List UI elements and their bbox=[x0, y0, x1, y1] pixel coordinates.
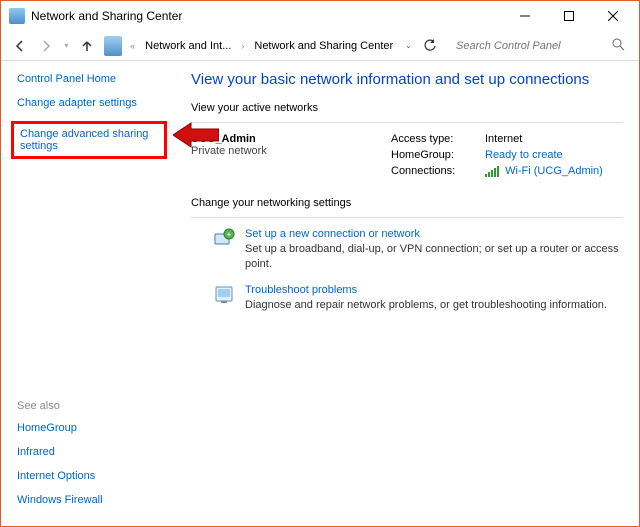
active-networks-heading: View your active networks bbox=[191, 102, 623, 116]
chevron-right-icon[interactable]: › bbox=[239, 41, 246, 51]
svg-text:+: + bbox=[227, 230, 232, 239]
connections-label: Connections: bbox=[391, 165, 481, 177]
setup-connection-body: Set up a new connection or network Set u… bbox=[245, 228, 623, 272]
wifi-signal-icon bbox=[485, 166, 499, 177]
see-also-section: See also HomeGroup Infrared Internet Opt… bbox=[17, 400, 181, 518]
network-identity: UCG_Admin Private network bbox=[191, 133, 391, 177]
annotation-arrow bbox=[173, 121, 219, 152]
breadcrumb-current[interactable]: Network and Sharing Center bbox=[250, 40, 397, 52]
breadcrumb-parent[interactable]: Network and Int... bbox=[141, 40, 235, 52]
change-advanced-sharing-highlight: Change advanced sharing settings bbox=[11, 121, 167, 159]
search-input[interactable] bbox=[452, 36, 602, 56]
change-adapter-link[interactable]: Change adapter settings bbox=[17, 97, 181, 109]
troubleshoot-desc: Diagnose and repair network problems, or… bbox=[245, 298, 623, 313]
setup-connection-icon: + bbox=[213, 228, 235, 250]
breadcrumb-dropdown[interactable]: ⌄ bbox=[401, 41, 412, 50]
connection-name[interactable]: Wi-Fi (UCG_Admin) bbox=[505, 165, 603, 177]
window-frame: Network and Sharing Center ▾ « Network a… bbox=[0, 0, 640, 527]
active-network-row: UCG_Admin Private network Access type: I… bbox=[191, 133, 623, 177]
window-title: Network and Sharing Center bbox=[31, 9, 503, 23]
change-settings-heading: Change your networking settings bbox=[191, 197, 623, 211]
up-button[interactable] bbox=[76, 34, 98, 58]
access-type-value: Internet bbox=[485, 133, 603, 145]
divider bbox=[191, 217, 623, 218]
troubleshoot-icon bbox=[213, 284, 235, 306]
troubleshoot-body: Troubleshoot problems Diagnose and repai… bbox=[245, 284, 623, 313]
chevron-right-icon[interactable]: « bbox=[128, 41, 137, 51]
network-name: UCG_Admin bbox=[191, 133, 391, 145]
content-body: Control Panel Home Change adapter settin… bbox=[1, 61, 639, 526]
maximize-button[interactable] bbox=[547, 2, 591, 30]
search-icon[interactable] bbox=[606, 38, 631, 54]
see-also-link[interactable]: HomeGroup bbox=[17, 422, 181, 434]
back-button[interactable] bbox=[9, 34, 31, 58]
see-also-link[interactable]: Internet Options bbox=[17, 470, 181, 482]
homegroup-link[interactable]: Ready to create bbox=[485, 149, 603, 161]
troubleshoot-link[interactable]: Troubleshoot problems bbox=[245, 284, 623, 296]
divider bbox=[191, 122, 623, 123]
connection-link[interactable]: Wi-Fi (UCG_Admin) bbox=[485, 165, 603, 177]
title-bar: Network and Sharing Center bbox=[1, 1, 639, 31]
sidebar: Control Panel Home Change adapter settin… bbox=[1, 61, 181, 526]
control-panel-home-link[interactable]: Control Panel Home bbox=[17, 73, 181, 85]
window-controls bbox=[503, 2, 635, 30]
forward-button[interactable] bbox=[35, 34, 57, 58]
location-icon[interactable] bbox=[104, 36, 122, 56]
change-advanced-sharing-link[interactable]: Change advanced sharing settings bbox=[20, 128, 158, 152]
recent-dropdown[interactable]: ▾ bbox=[61, 34, 72, 58]
nav-bar: ▾ « Network and Int... › Network and Sha… bbox=[1, 31, 639, 61]
setup-connection-desc: Set up a broadband, dial-up, or VPN conn… bbox=[245, 242, 623, 272]
refresh-button[interactable] bbox=[420, 35, 440, 57]
network-details: Access type: Internet HomeGroup: Ready t… bbox=[391, 133, 603, 177]
see-also-heading: See also bbox=[17, 400, 181, 412]
homegroup-label: HomeGroup: bbox=[391, 149, 481, 161]
access-type-label: Access type: bbox=[391, 133, 481, 145]
troubleshoot-row: Troubleshoot problems Diagnose and repai… bbox=[213, 284, 623, 313]
setup-connection-link[interactable]: Set up a new connection or network bbox=[245, 228, 623, 240]
page-title: View your basic network information and … bbox=[191, 71, 623, 88]
main-panel: View your basic network information and … bbox=[181, 61, 639, 526]
app-icon bbox=[9, 8, 25, 24]
setup-connection-row: + Set up a new connection or network Set… bbox=[213, 228, 623, 272]
close-button[interactable] bbox=[591, 2, 635, 30]
network-type: Private network bbox=[191, 145, 391, 157]
see-also-link[interactable]: Infrared bbox=[17, 446, 181, 458]
see-also-link[interactable]: Windows Firewall bbox=[17, 494, 181, 506]
minimize-button[interactable] bbox=[503, 2, 547, 30]
